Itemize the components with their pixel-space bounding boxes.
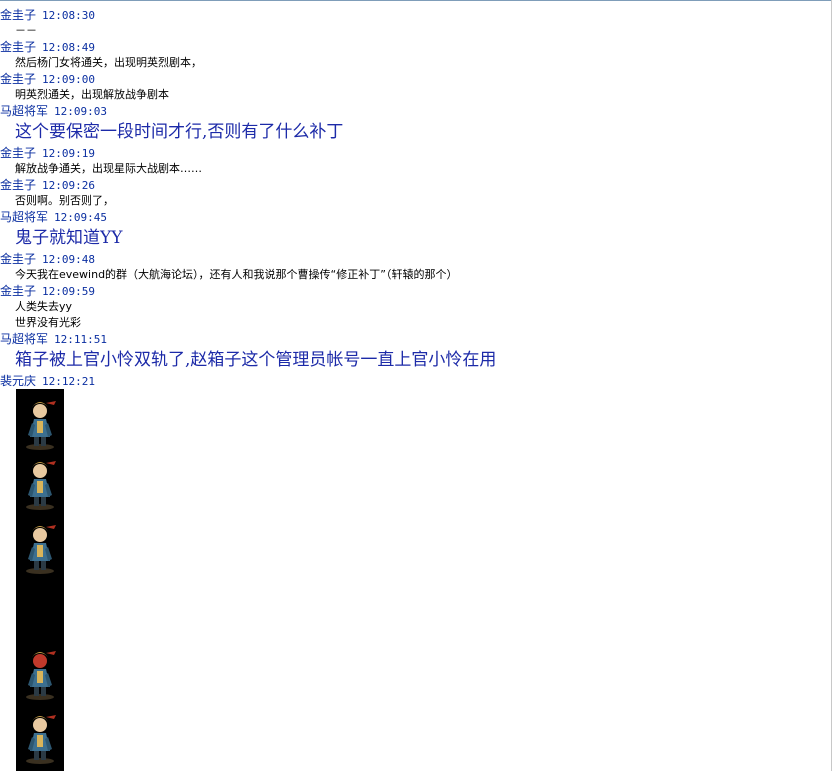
chat-log[interactable]: 金圭子 12:08:30 －－ 金圭子 12:08:49 然后杨门女将通关，出现明英烈剧本… bbox=[0, 7, 828, 771]
general-sprite-icon bbox=[26, 715, 56, 764]
chat-message: 金圭子 12:09:48 今天我在evewind的群（大航海论坛），还有人和我说那个… bbox=[0, 251, 828, 283]
message-text: 这个要保密一段时间才行,否则有了什么补丁 bbox=[15, 122, 344, 142]
chat-message: 金圭子 12:08:30 －－ bbox=[0, 7, 828, 39]
chat-message: 金圭子 12:08:49 然后杨门女将通关，出现明英烈剧本， bbox=[0, 39, 828, 71]
message-text: 否则啊。别否则了， bbox=[15, 194, 114, 207]
message-time: 12:08:49 bbox=[42, 41, 95, 54]
message-text: 箱子被上官小怜双轨了,赵箱子这个管理员帐号一直上官小怜在用 bbox=[15, 350, 497, 370]
message-header: 金圭子 12:09:59 bbox=[0, 283, 828, 299]
message-sender: 金圭子 bbox=[0, 252, 37, 266]
message-sender: 金圭子 bbox=[0, 178, 37, 192]
message-text: －－ bbox=[15, 24, 37, 37]
message-sender: 马超将军 bbox=[0, 210, 49, 224]
chat-message: 金圭子 12:09:59 人类失去yy 世界没有光彩 bbox=[0, 283, 828, 331]
message-sender: 马超将军 bbox=[0, 104, 49, 118]
chat-message: 马超将军 12:09:03 这个要保密一段时间才行,否则有了什么补丁 bbox=[0, 103, 828, 145]
message-header: 裴元庆 12:12:21 bbox=[0, 373, 828, 389]
message-sender: 裴元庆 bbox=[0, 374, 37, 388]
general-sprite-icon bbox=[26, 401, 56, 450]
message-header: 金圭子 12:08:49 bbox=[0, 39, 828, 55]
message-sender: 金圭子 bbox=[0, 72, 37, 86]
message-header: 金圭子 12:09:00 bbox=[0, 71, 828, 87]
message-text: 今天我在evewind的群（大航海论坛），还有人和我说那个曹操传“修正补丁”（轩… bbox=[15, 268, 458, 281]
window-top-border bbox=[0, 0, 832, 1]
message-text: 解放战争通关，出现星际大战剧本…… bbox=[15, 162, 202, 175]
message-text: 世界没有光彩 bbox=[15, 316, 81, 329]
general-sprite-icon bbox=[26, 525, 56, 574]
chat-message: 马超将军 12:11:51 箱子被上官小怜双轨了,赵箱子这个管理员帐号一直上官小怜在… bbox=[0, 331, 828, 373]
message-time: 12:09:59 bbox=[42, 285, 95, 298]
chat-message: 裴元庆 12:12:21 bbox=[0, 373, 828, 771]
message-sender: 金圭子 bbox=[0, 146, 37, 160]
message-time: 12:08:30 bbox=[42, 9, 95, 22]
chat-message: 马超将军 12:09:45 鬼子就知道YY bbox=[0, 209, 828, 251]
message-time: 12:12:21 bbox=[42, 375, 95, 388]
message-time: 12:09:03 bbox=[54, 105, 107, 118]
chat-message: 金圭子 12:09:00 明英烈通关，出现解放战争剧本 bbox=[0, 71, 828, 103]
message-text: 人类失去yy bbox=[15, 300, 73, 313]
message-header: 金圭子 12:09:19 bbox=[0, 145, 828, 161]
message-time: 12:09:45 bbox=[54, 211, 107, 224]
message-text: 明英烈通关，出现解放战争剧本 bbox=[15, 88, 169, 101]
message-time: 12:09:00 bbox=[42, 73, 95, 86]
message-header: 金圭子 12:08:30 bbox=[0, 7, 828, 23]
general-sprite-icon bbox=[26, 651, 56, 700]
sprite-image bbox=[16, 389, 64, 771]
message-sender: 马超将军 bbox=[0, 332, 49, 346]
message-time: 12:09:19 bbox=[42, 147, 95, 160]
chat-message: 金圭子 12:09:19 解放战争通关，出现星际大战剧本…… bbox=[0, 145, 828, 177]
message-sender: 金圭子 bbox=[0, 40, 37, 54]
message-sender: 金圭子 bbox=[0, 8, 37, 22]
message-time: 12:09:48 bbox=[42, 253, 95, 266]
message-text: 然后杨门女将通关，出现明英烈剧本， bbox=[15, 56, 202, 69]
message-header: 马超将军 12:11:51 bbox=[0, 331, 828, 347]
chat-message: 金圭子 12:09:26 否则啊。别否则了， bbox=[0, 177, 828, 209]
message-time: 12:09:26 bbox=[42, 179, 95, 192]
message-header: 马超将军 12:09:45 bbox=[0, 209, 828, 225]
message-text: 鬼子就知道YY bbox=[15, 228, 123, 248]
message-header: 金圭子 12:09:26 bbox=[0, 177, 828, 193]
message-header: 马超将军 12:09:03 bbox=[0, 103, 828, 119]
message-time: 12:11:51 bbox=[54, 333, 107, 346]
message-sender: 金圭子 bbox=[0, 284, 37, 298]
message-header: 金圭子 12:09:48 bbox=[0, 251, 828, 267]
general-sprite-icon bbox=[26, 461, 56, 510]
